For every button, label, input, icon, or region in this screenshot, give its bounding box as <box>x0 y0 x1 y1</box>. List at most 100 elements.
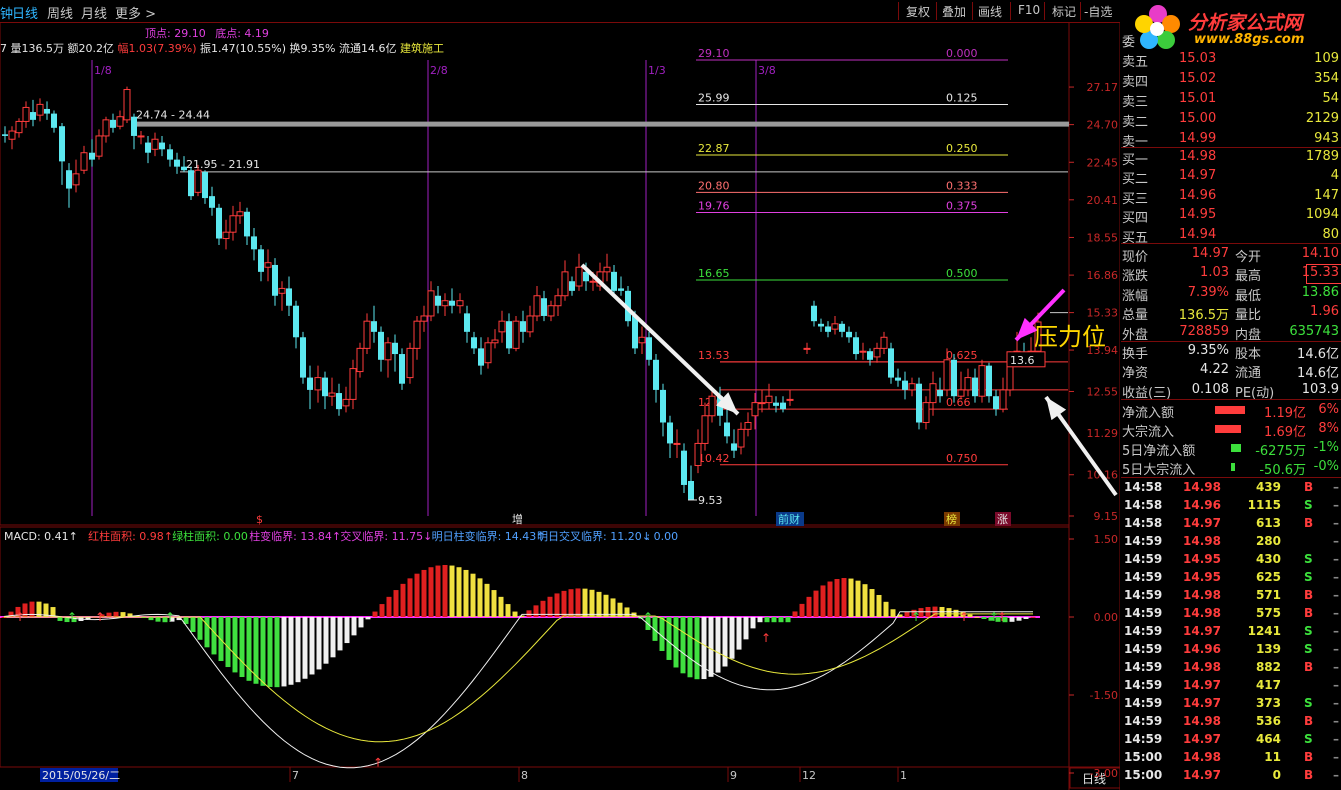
toolbar-divider <box>1080 2 1081 20</box>
tick-direction: S <box>1304 732 1313 746</box>
ask-label: 卖三 <box>1122 95 1149 110</box>
fundamental-row: 净资 4.22 流通 14.6亿 <box>1121 361 1341 381</box>
macd-indicator-label: MACD: 0.41↑ <box>4 530 78 543</box>
tick-price: 14.98 <box>1183 534 1221 548</box>
candle-body <box>272 264 278 296</box>
candle-body <box>895 377 901 381</box>
macd-bar <box>211 617 217 655</box>
macd-indicator-label: : 0.00 <box>646 530 678 543</box>
candle-body <box>603 266 611 273</box>
macd-bar <box>386 596 392 617</box>
ask-label: 卖五 <box>1122 55 1149 70</box>
macd-bar <box>274 617 280 688</box>
fib-level-price: 19.76 <box>698 200 730 213</box>
tick-price: 14.96 <box>1183 642 1221 656</box>
candle-body <box>229 215 237 233</box>
fund-flow-label: 5日大宗流入 <box>1122 463 1196 478</box>
toolbar-divider <box>1010 2 1011 20</box>
candle-body <box>406 347 414 379</box>
candle-body <box>300 337 306 378</box>
mark-button[interactable]: 标记 <box>1052 3 1076 20</box>
macd-bar <box>463 569 469 617</box>
candle-body <box>102 119 110 137</box>
watchlist-button[interactable]: -自选 <box>1084 3 1112 20</box>
panel-divider <box>1121 399 1341 400</box>
tick-flag: – <box>1333 750 1339 764</box>
y-tick-label: 20.41 <box>1087 194 1119 207</box>
fib-level-price: 20.80 <box>698 179 730 192</box>
candle-body <box>478 348 484 366</box>
candle-body <box>2 134 8 136</box>
stat-label: 现价 <box>1122 250 1149 265</box>
candle-body <box>413 320 421 349</box>
macd-bar <box>694 617 700 680</box>
bid-label: 买三 <box>1122 191 1149 207</box>
month-label: 7 <box>292 769 299 782</box>
macd-bar <box>421 569 427 617</box>
tick-volume: 11 <box>1264 750 1281 764</box>
tick-price: 14.97 <box>1183 768 1221 782</box>
macd-tick-label: -1.50 <box>1090 689 1118 702</box>
tick-price: 14.95 <box>1183 552 1221 566</box>
macd-bar <box>680 617 686 674</box>
macd-bar <box>561 590 567 617</box>
macd-bar <box>330 617 336 658</box>
candle-body <box>363 320 371 349</box>
trade-tick-row: 14:59 14.97 1241 S – <box>1121 623 1341 641</box>
macd-bar <box>869 589 875 617</box>
month-label: 12 <box>802 769 816 782</box>
fundamental-label: 换手 <box>1122 347 1149 362</box>
tab-more[interactable]: 更多 > <box>115 3 156 22</box>
candle-body <box>908 383 916 391</box>
date-mark-label: 1/3 <box>648 64 666 77</box>
tab-weekly[interactable]: 周线 <box>47 3 73 22</box>
draw-line-button[interactable]: 画线 <box>978 3 1002 20</box>
candle-body <box>264 262 272 268</box>
stat-value: 1.96 <box>1310 304 1339 320</box>
f10-button[interactable]: F10 <box>1018 3 1040 17</box>
candle-body <box>491 339 499 344</box>
bid-price: 14.95 <box>1179 207 1217 223</box>
trade-tick-row: 14:59 14.98 280 – <box>1121 533 1341 551</box>
macd-indicator-label: 明日交叉临界: 11.20↓ <box>537 529 651 543</box>
candle-body <box>859 350 867 353</box>
candle-body <box>427 290 435 317</box>
macd-bar <box>792 611 798 617</box>
candle-body <box>803 347 811 350</box>
stat-label: 总量 <box>1122 308 1149 324</box>
macd-pane-border <box>0 526 1070 768</box>
macd-bar <box>729 617 735 659</box>
fund-flow-percent: -1% <box>1313 440 1339 455</box>
tick-volume: 373 <box>1255 696 1281 710</box>
tick-price: 14.97 <box>1183 696 1221 710</box>
candlestick-chart[interactable]: 27.1724.7022.4520.4118.5516.8615.3313.94… <box>0 22 1120 790</box>
candle-body <box>561 271 569 297</box>
candle-body <box>159 142 165 150</box>
macd-bar <box>757 617 763 623</box>
tick-direction: B <box>1304 606 1314 620</box>
macd-bar <box>302 617 308 679</box>
bid-price: 14.96 <box>1179 187 1217 203</box>
macd-bar <box>785 617 791 623</box>
tab-monthly[interactable]: 月线 <box>81 3 107 22</box>
bid-volume: 147 <box>1314 187 1339 203</box>
macd-bar <box>974 616 980 618</box>
macd-bar <box>113 611 119 617</box>
bid-label: 买二 <box>1122 172 1149 188</box>
bid-label: 买四 <box>1122 211 1149 227</box>
tick-volume: 1115 <box>1247 498 1281 512</box>
macd-dea-line <box>4 613 1033 743</box>
overlay-button[interactable]: 叠加 <box>942 3 966 20</box>
macd-bar <box>232 617 238 673</box>
candle-body <box>131 116 137 136</box>
tick-price: 14.98 <box>1183 714 1221 728</box>
candle-body <box>449 300 455 306</box>
macd-bar <box>106 612 112 617</box>
tick-flag: – <box>1333 768 1339 782</box>
macd-bar <box>1023 617 1029 619</box>
restore-rights-button[interactable]: 复权 <box>906 3 930 20</box>
macd-bar <box>512 611 518 617</box>
trade-tick-row: 14:59 14.98 882 B – <box>1121 659 1341 677</box>
tick-time: 14:59 <box>1124 642 1163 656</box>
tab-daily[interactable]: 日线 <box>12 3 38 22</box>
